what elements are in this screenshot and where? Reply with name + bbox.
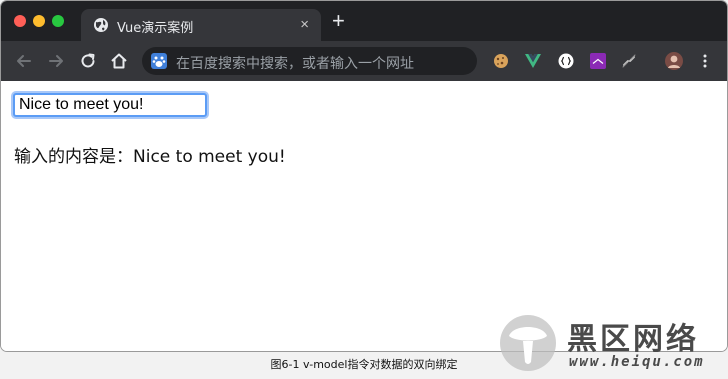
output-label: 输入的内容是： (14, 147, 133, 167)
forward-arrow-icon[interactable] (46, 51, 66, 71)
browser-window: Vue演示案例 × + 在百度搜索中搜索，或者输入一个网址 Nice to me… (1, 1, 727, 351)
window-maximize-button[interactable] (52, 15, 64, 27)
browser-toolbar: 在百度搜索中搜索，或者输入一个网址 (1, 41, 727, 81)
new-tab-button[interactable]: + (332, 10, 345, 32)
back-arrow-icon[interactable] (14, 51, 34, 71)
tab-title: Vue演示案例 (117, 21, 194, 36)
window-minimize-button[interactable] (33, 15, 45, 27)
page-content: 输入的内容是：Nice to meet you! (1, 81, 727, 351)
vue-devtools-icon[interactable] (525, 53, 541, 69)
address-bar[interactable]: 在百度搜索中搜索，或者输入一个网址 (142, 47, 477, 75)
more-menu-icon[interactable] (697, 53, 713, 69)
json-icon[interactable] (558, 53, 574, 69)
watermark-url: www.heiqu.com (569, 354, 705, 370)
baidu-icon (151, 53, 167, 69)
window-close-button[interactable] (14, 15, 26, 27)
tab-close-icon[interactable]: × (300, 15, 309, 35)
globe-icon (94, 18, 108, 32)
message-input[interactable] (13, 93, 207, 117)
output-value: Nice to meet you! (133, 147, 286, 167)
tab-vue-demo[interactable]: Vue演示案例 × (81, 9, 321, 41)
tab-bar: Vue演示案例 × + (1, 1, 727, 41)
home-icon[interactable] (109, 51, 129, 71)
watermark-text: 黑区网络 (567, 322, 699, 357)
watermark: 黑区网络 www.heiqu.com (495, 312, 725, 374)
cookie-icon[interactable] (493, 53, 509, 69)
profile-avatar[interactable] (665, 52, 683, 70)
rp-icon[interactable] (590, 53, 606, 69)
link-icon[interactable] (621, 53, 637, 69)
watermark-logo (500, 315, 556, 371)
address-bar-placeholder: 在百度搜索中搜索，或者输入一个网址 (176, 56, 414, 72)
reload-icon[interactable] (78, 51, 98, 71)
output-text: 输入的内容是：Nice to meet you! (14, 142, 286, 167)
